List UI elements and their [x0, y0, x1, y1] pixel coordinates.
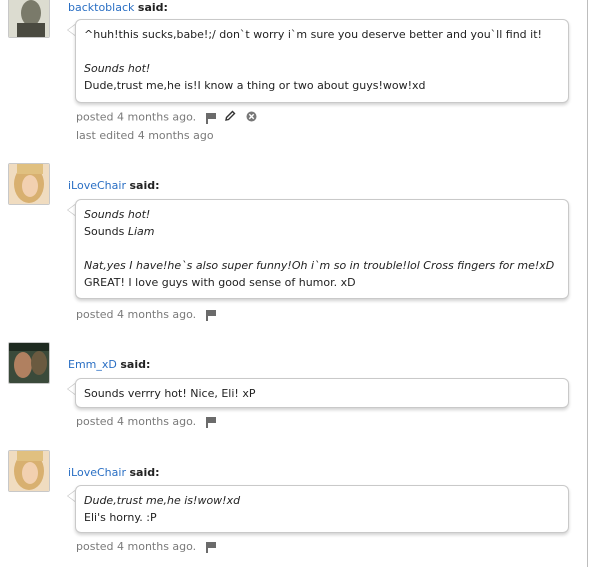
pencil-icon[interactable] [224, 110, 236, 125]
comment-body: Dude,trust me,he is!wow!xd Eli's horny. … [75, 485, 569, 533]
comment-line [84, 43, 560, 60]
flag-icon[interactable] [205, 542, 216, 553]
avatar[interactable] [8, 342, 50, 384]
avatar-image [9, 343, 49, 383]
last-edited: last edited 4 months ago [76, 129, 214, 142]
delete-icon[interactable] [246, 111, 257, 125]
avatar[interactable] [8, 450, 50, 492]
author-link[interactable]: iLoveChair [68, 179, 126, 192]
comment-line [84, 240, 560, 257]
comment-author: Emm_xD said: [68, 358, 151, 371]
comment-line: Eli's horny. :P [84, 511, 157, 524]
comment-meta: posted 4 months ago. [76, 110, 257, 125]
comment-quote: Sounds hot! [84, 208, 151, 221]
page-divider [587, 0, 588, 567]
bubble-arrow [67, 24, 75, 36]
comment-line: GREAT! I love guys with good sense of hu… [84, 276, 356, 289]
comment-line: Sounds Liam [84, 225, 155, 238]
comment-body: Sounds verrry hot! Nice, Eli! xP [75, 378, 569, 408]
comment-body: Sounds hot! Sounds Liam Nat,yes I have!h… [75, 199, 569, 299]
comment-quote: Sounds hot! [84, 62, 151, 75]
comment-meta: posted 4 months ago. [76, 415, 216, 428]
comment-line: Dude,trust me,he is!I know a thing or tw… [84, 79, 426, 92]
comment-author: iLoveChair said: [68, 466, 160, 479]
comment-line: Sounds verrry hot! Nice, Eli! xP [84, 387, 256, 400]
comment-quote: Nat,yes I have!he`s also super funny!Oh … [84, 259, 555, 272]
bubble-arrow [67, 204, 75, 216]
comment-author: iLoveChair said: [68, 179, 160, 192]
flag-icon[interactable] [205, 417, 216, 428]
posted-time: posted 4 months ago. [76, 540, 197, 553]
comment-line: ^huh!this sucks,babe!;/ don`t worry i`m … [84, 28, 542, 41]
avatar[interactable] [8, 163, 50, 205]
avatar-image [9, 451, 49, 491]
author-link[interactable]: Emm_xD [68, 358, 117, 371]
author-link[interactable]: backtoblack [68, 1, 134, 14]
bubble-arrow [67, 383, 75, 395]
avatar-image [9, 0, 49, 37]
comment-quote: Dude,trust me,he is!wow!xd [84, 494, 241, 507]
flag-icon[interactable] [205, 310, 216, 321]
posted-time: posted 4 months ago. [76, 110, 197, 124]
comment-author: backtoblack said: [68, 1, 168, 14]
author-link[interactable]: iLoveChair [68, 466, 126, 479]
posted-time: posted 4 months ago. [76, 415, 197, 428]
comment-meta: posted 4 months ago. [76, 540, 216, 553]
bubble-arrow [67, 490, 75, 502]
avatar-image [9, 164, 49, 204]
comment-meta: posted 4 months ago. [76, 308, 216, 321]
posted-time: posted 4 months ago. [76, 308, 197, 321]
avatar[interactable] [8, 0, 50, 38]
comment-body: ^huh!this sucks,babe!;/ don`t worry i`m … [75, 19, 569, 103]
flag-icon[interactable] [205, 112, 216, 124]
